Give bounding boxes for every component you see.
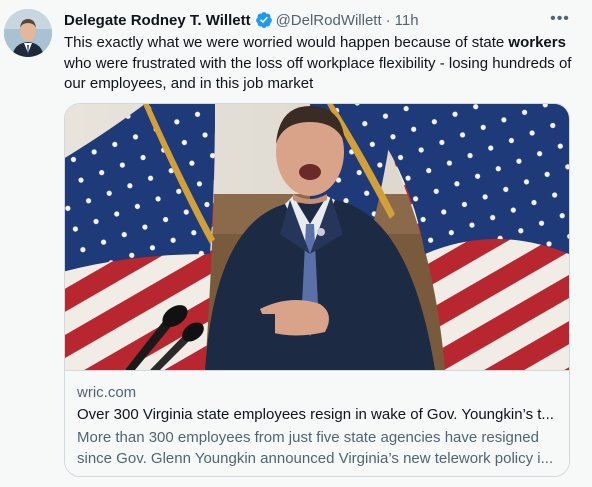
verified-badge-icon <box>255 11 273 29</box>
card-description: More than 300 employees from just five s… <box>77 429 554 467</box>
tweet-text: This exactly what we were worried would … <box>64 33 574 95</box>
author-name[interactable]: Delegate Rodney T. Willett <box>64 12 251 29</box>
tweet[interactable]: Delegate Rodney T. Willett @DelRodWillet… <box>0 0 592 487</box>
tweet-header: Delegate Rodney T. Willett @DelRodWillet… <box>64 9 582 31</box>
avatar-image <box>4 9 52 57</box>
tweet-text-part: This exactly what we were worried would … <box>64 34 509 51</box>
tweet-time[interactable]: 11h <box>395 12 419 29</box>
card-body: wric.com Over 300 Virginia state employe… <box>65 371 569 476</box>
more-options-icon[interactable]: ••• <box>548 7 572 31</box>
card-domain: wric.com <box>77 384 137 401</box>
separator-dot: · <box>385 11 391 29</box>
avatar[interactable] <box>4 9 52 57</box>
author-handle[interactable]: @DelRodWillett <box>276 12 382 29</box>
tweet-text-part: who were frustrated with the loss off wo… <box>64 54 572 93</box>
card-title[interactable]: Over 300 Virginia state employees resign… <box>77 406 557 423</box>
tweet-text-bold: workers <box>508 34 566 51</box>
link-card[interactable]: wric.com Over 300 Virginia state employe… <box>64 103 570 477</box>
card-image <box>65 104 569 371</box>
